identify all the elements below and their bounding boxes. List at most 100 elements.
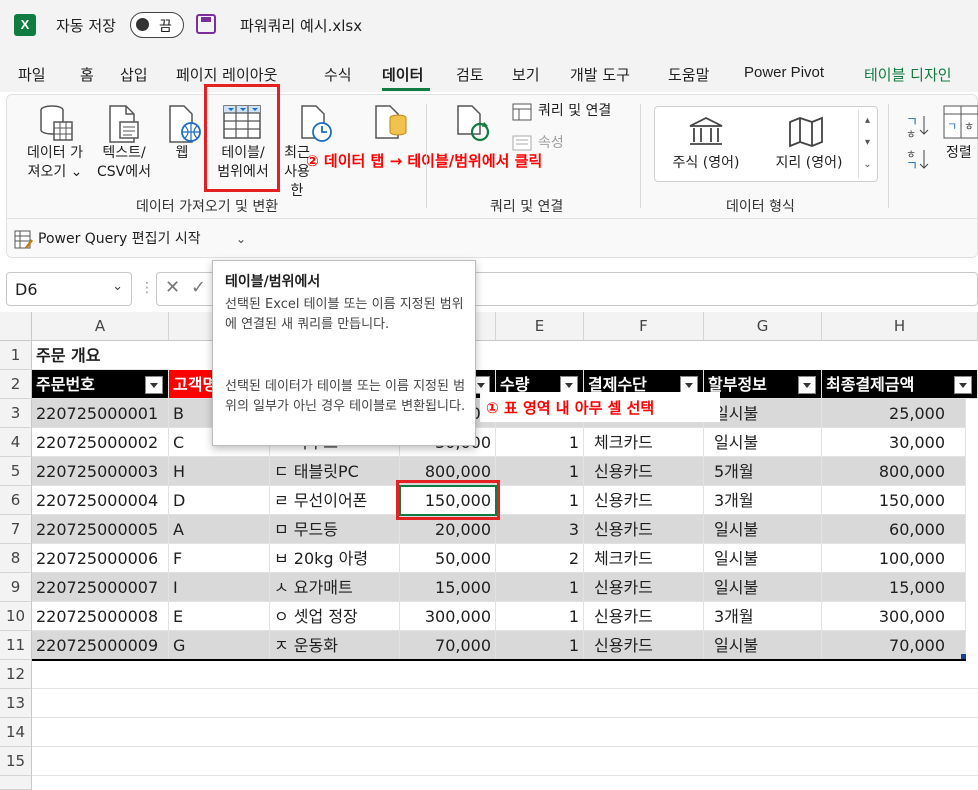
properties-button[interactable]: 속성: [538, 134, 564, 153]
row-header[interactable]: 11: [0, 631, 32, 660]
cell-payment-method[interactable]: 신용카드: [584, 631, 704, 660]
col-header-h[interactable]: H: [822, 312, 978, 341]
col-header-f[interactable]: F: [584, 312, 704, 341]
name-box[interactable]: D6 ⌄: [6, 272, 132, 306]
cell-product[interactable]: ㅇ 셋업 정장: [270, 602, 400, 631]
row-header[interactable]: 1: [0, 341, 32, 370]
cell-product[interactable]: ㅂ 20kg 아령: [270, 544, 400, 573]
row-header[interactable]: 7: [0, 515, 32, 544]
row-header[interactable]: 13: [0, 689, 32, 718]
filter-dropdown-icon[interactable]: [145, 376, 163, 394]
cell-order-no[interactable]: 220725000002: [32, 428, 169, 457]
confirm-icon[interactable]: ✓: [191, 277, 206, 298]
text-csv-button[interactable]: 텍스트/ CSV에서: [92, 144, 156, 182]
stocks-button[interactable]: 주식 (영어): [666, 154, 746, 173]
cell-installment[interactable]: 일시불: [704, 515, 822, 544]
cell-quantity[interactable]: 1: [496, 486, 584, 515]
cell-product[interactable]: ㄷ 태블릿PC: [270, 457, 400, 486]
geography-button[interactable]: 지리 (영어): [768, 154, 850, 173]
select-all-corner[interactable]: [0, 312, 32, 341]
cell-quantity[interactable]: 2: [496, 544, 584, 573]
cell-installment[interactable]: 일시불: [704, 631, 822, 660]
cell-installment[interactable]: 3개월: [704, 602, 822, 631]
tab-insert[interactable]: 삽입: [120, 64, 148, 85]
cell-product[interactable]: ㄹ 무선이어폰: [270, 486, 400, 515]
save-icon[interactable]: [196, 14, 216, 34]
cell-customer[interactable]: I: [169, 573, 270, 602]
cell-final-amount[interactable]: 15,000: [822, 573, 966, 602]
row-header[interactable]: 8: [0, 544, 32, 573]
cell-customer[interactable]: G: [169, 631, 270, 660]
cell-payment-method[interactable]: 신용카드: [584, 486, 704, 515]
cell-unit-price[interactable]: 50,000: [400, 544, 496, 573]
cell-final-amount[interactable]: 800,000: [822, 457, 966, 486]
row-header[interactable]: 15: [0, 747, 32, 776]
filter-dropdown-icon[interactable]: [798, 376, 816, 394]
row-header[interactable]: 3: [0, 399, 32, 428]
cell-order-no[interactable]: 220725000007: [32, 573, 169, 602]
web-button[interactable]: 웹: [168, 144, 196, 163]
cell-installment[interactable]: 일시불: [704, 399, 822, 428]
cell-order-no[interactable]: 220725000009: [32, 631, 169, 660]
tab-page-layout[interactable]: 페이지 레이아웃: [176, 64, 277, 85]
name-box-chevron-icon[interactable]: ⌄: [112, 279, 123, 294]
cell-payment-method[interactable]: 신용카드: [584, 602, 704, 631]
cell-final-amount[interactable]: 25,000: [822, 399, 966, 428]
cell-unit-price[interactable]: 300,000: [400, 602, 496, 631]
row-header[interactable]: 14: [0, 718, 32, 747]
cell-unit-price[interactable]: 15,000: [400, 573, 496, 602]
cell-quantity[interactable]: 1: [496, 573, 584, 602]
row-header[interactable]: [0, 776, 32, 790]
cell-payment-method[interactable]: 신용카드: [584, 515, 704, 544]
cell-quantity[interactable]: 1: [496, 631, 584, 660]
cell-quantity[interactable]: 1: [496, 602, 584, 631]
cell-product[interactable]: ㅅ 요가매트: [270, 573, 400, 602]
tab-table-design[interactable]: 테이블 디자인: [864, 64, 952, 85]
gallery-scroll-icon[interactable]: ▴ ▾ ⌄: [858, 110, 876, 178]
cell-installment[interactable]: 일시불: [704, 428, 822, 457]
cell-quantity[interactable]: 1: [496, 428, 584, 457]
cell-final-amount[interactable]: 100,000: [822, 544, 966, 573]
autosave-toggle[interactable]: 끔: [130, 12, 184, 38]
cell-product[interactable]: ㅁ 무드등: [270, 515, 400, 544]
sheet-title[interactable]: 주문 개요: [32, 341, 169, 370]
cell-payment-method[interactable]: 신용카드: [584, 573, 704, 602]
cell-payment-method[interactable]: 체크카드: [584, 428, 704, 457]
cell-customer[interactable]: E: [169, 602, 270, 631]
tab-review[interactable]: 검토: [456, 64, 484, 85]
cell-customer[interactable]: F: [169, 544, 270, 573]
row-header[interactable]: 5: [0, 457, 32, 486]
cell-final-amount[interactable]: 30,000: [822, 428, 966, 457]
cell-order-no[interactable]: 220725000004: [32, 486, 169, 515]
tab-formulas[interactable]: 수식: [324, 64, 352, 85]
cell-order-no[interactable]: 220725000008: [32, 602, 169, 631]
cell-payment-method[interactable]: 체크카드: [584, 544, 704, 573]
cell-customer[interactable]: D: [169, 486, 270, 515]
cell-payment-method[interactable]: 신용카드: [584, 457, 704, 486]
dropdown-chevron-icon[interactable]: ⌄: [236, 232, 246, 246]
cell-customer[interactable]: A: [169, 515, 270, 544]
cell-quantity[interactable]: 3: [496, 515, 584, 544]
col-header-a[interactable]: A: [32, 312, 169, 341]
cell-quantity[interactable]: 1: [496, 457, 584, 486]
cell-installment[interactable]: 3개월: [704, 486, 822, 515]
queries-connections-button[interactable]: 쿼리 및 연결: [538, 102, 611, 121]
cell-customer[interactable]: H: [169, 457, 270, 486]
sort-az-icon[interactable]: ㄱㅎㅎㄱ: [904, 110, 930, 174]
row-header[interactable]: 12: [0, 660, 32, 689]
cell-order-no[interactable]: 220725000001: [32, 399, 169, 428]
power-query-editor-button[interactable]: Power Query 편집기 시작: [38, 230, 201, 249]
cell-order-no[interactable]: 220725000006: [32, 544, 169, 573]
row-header[interactable]: 4: [0, 428, 32, 457]
cell-order-no[interactable]: 220725000003: [32, 457, 169, 486]
cell-product[interactable]: ㅈ 운동화: [270, 631, 400, 660]
tab-power-pivot[interactable]: Power Pivot: [744, 64, 824, 81]
sort-button[interactable]: 정렬: [946, 144, 972, 163]
tab-file[interactable]: 파일: [18, 64, 46, 85]
filter-dropdown-icon[interactable]: [954, 376, 972, 394]
row-header[interactable]: 10: [0, 602, 32, 631]
row-header[interactable]: 2: [0, 370, 32, 399]
row-header[interactable]: 6: [0, 486, 32, 515]
tab-help[interactable]: 도움말: [668, 64, 709, 85]
get-data-button[interactable]: 데이터 가 져오기 ⌄: [16, 144, 94, 182]
